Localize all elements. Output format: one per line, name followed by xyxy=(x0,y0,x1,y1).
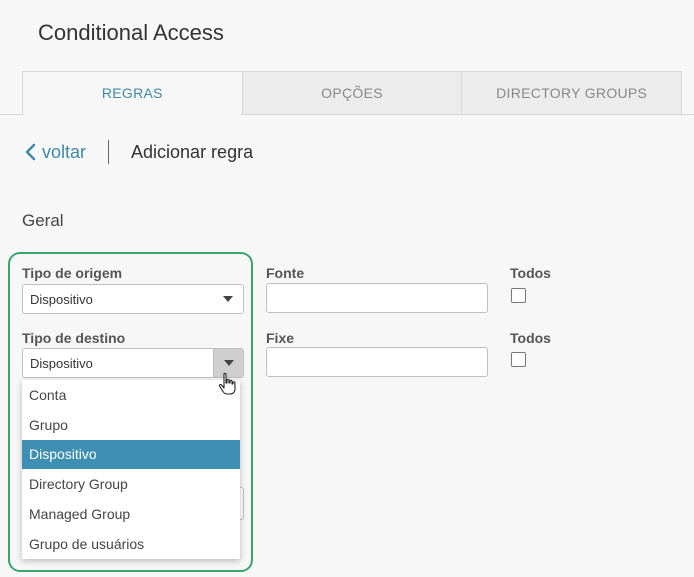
dropdown-option-directory-group[interactable]: Directory Group xyxy=(22,469,240,499)
tab-directory-groups[interactable]: DIRECTORY GROUPS xyxy=(462,71,683,115)
target-all-label: Todos xyxy=(510,330,551,346)
source-all-checkbox[interactable] xyxy=(511,288,526,303)
source-type-select[interactable]: Dispositivo xyxy=(22,284,244,314)
breadcrumb-separator xyxy=(108,140,110,164)
back-link[interactable]: voltar xyxy=(24,142,86,163)
source-type-label: Tipo de origem xyxy=(22,265,123,281)
target-type-dropdown: Conta Grupo Dispositivo Directory Group … xyxy=(22,380,240,559)
source-label: Fonte xyxy=(266,265,305,281)
target-all-checkbox[interactable] xyxy=(511,352,526,367)
dropdown-option-managed-group[interactable]: Managed Group xyxy=(22,499,240,529)
target-type-select[interactable]: Dispositivo xyxy=(22,348,244,378)
dropdown-option-dispositivo[interactable]: Dispositivo xyxy=(22,439,240,470)
caret-down-icon xyxy=(213,349,243,377)
section-title: Geral xyxy=(22,211,64,230)
chevron-left-icon xyxy=(25,143,36,161)
dropdown-option-grupo[interactable]: Grupo xyxy=(22,410,240,440)
target-type-value: Dispositivo xyxy=(30,355,93,371)
back-link-label: voltar xyxy=(42,141,87,162)
target-type-label: Tipo de destino xyxy=(22,330,126,346)
source-type-value: Dispositivo xyxy=(30,291,93,307)
app-title: Conditional Access xyxy=(38,20,224,45)
breadcrumb: voltar Adicionar regra xyxy=(24,140,253,164)
source-all-label: Todos xyxy=(510,265,551,281)
caret-down-icon xyxy=(213,285,243,313)
dropdown-option-conta[interactable]: Conta xyxy=(22,380,240,410)
dropdown-option-grupo-de-usuarios[interactable]: Grupo de usuários xyxy=(22,529,240,559)
target-input[interactable] xyxy=(266,347,488,377)
source-input[interactable] xyxy=(266,283,488,313)
tab-opcoes[interactable]: OPÇÕES xyxy=(242,71,463,115)
tab-bar: REGRAS OPÇÕES DIRECTORY GROUPS xyxy=(22,71,683,115)
tab-regras[interactable]: REGRAS xyxy=(22,71,243,115)
page-title: Adicionar regra xyxy=(131,141,254,162)
target-label: Fixe xyxy=(266,330,295,346)
